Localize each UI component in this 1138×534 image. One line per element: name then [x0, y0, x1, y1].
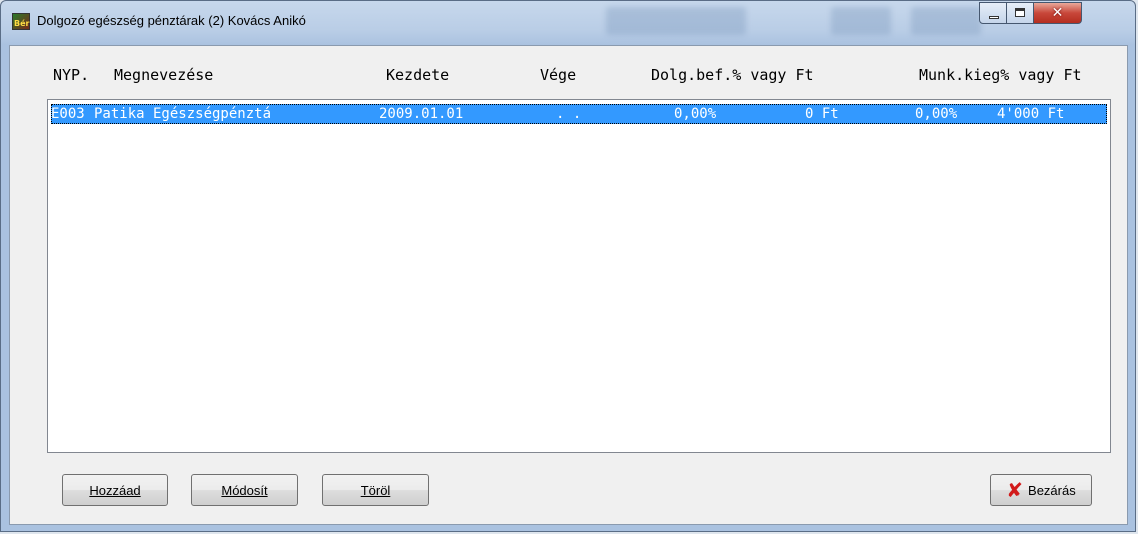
close-icon: ✕ [1051, 5, 1064, 21]
cell-employee-ft: 0 Ft [805, 106, 839, 122]
window-title: Dolgozó egészség pénztárak (2) Kovács An… [37, 13, 306, 28]
close-x-icon: ✘ [1006, 478, 1024, 502]
dialog-window: Bér Dolgozó egészség pénztárak (2) Kovác… [0, 0, 1136, 532]
table-row[interactable]: E003 Patika Egészségpénztá 2009.01.01 . … [51, 104, 1107, 124]
header-start: Kezdete [386, 66, 450, 84]
edit-button-label: Módosít [221, 482, 268, 498]
cell-name: Patika Egészségpénztá [94, 106, 272, 122]
app-icon[interactable]: Bér [12, 13, 30, 30]
dialog-client-area: NYP. Megnevezése Kezdete Vége Dolg.bef.%… [9, 45, 1128, 525]
background-blur [831, 7, 891, 35]
cell-employer-ft: 4'000 Ft [997, 106, 1065, 122]
header-end: Vége [540, 66, 577, 84]
maximize-button[interactable] [1007, 2, 1034, 24]
cell-end: . . [556, 106, 582, 122]
cell-start: 2009.01.01 [379, 106, 464, 122]
close-button[interactable]: ✘ Bezárás [990, 474, 1092, 506]
header-nyp: NYP. [53, 66, 90, 84]
minimize-button[interactable] [979, 2, 1007, 24]
title-bar[interactable]: Bér Dolgozó egészség pénztárak (2) Kovác… [1, 1, 1135, 43]
edit-button[interactable]: Módosít [191, 474, 298, 506]
minimize-icon [989, 16, 999, 19]
close-window-button[interactable]: ✕ [1034, 2, 1082, 24]
add-button[interactable]: Hozzáad [62, 474, 168, 506]
column-headers: NYP. Megnevezése Kezdete Vége Dolg.bef.%… [10, 46, 1127, 101]
background-blur [606, 7, 746, 35]
header-name: Megnevezése [114, 66, 214, 84]
delete-button[interactable]: Töröl [322, 474, 429, 506]
header-employee-contribution: Dolg.bef.% vagy Ft [651, 66, 814, 84]
maximize-icon [1015, 8, 1025, 17]
header-employer-supplement: Munk.kieg% vagy Ft [919, 66, 1082, 84]
add-button-label: Hozzáad [89, 482, 141, 498]
app-icon-text: Bér [14, 19, 30, 28]
delete-button-label: Töröl [360, 482, 391, 498]
close-button-label: Bezárás [1028, 482, 1076, 498]
background-blur [911, 7, 981, 35]
cell-employee-pct: 0,00% [674, 106, 717, 122]
cell-employer-pct: 0,00% [915, 106, 958, 122]
fund-list[interactable]: E003 Patika Egészségpénztá 2009.01.01 . … [47, 99, 1111, 453]
cell-code: E003 [51, 106, 85, 122]
